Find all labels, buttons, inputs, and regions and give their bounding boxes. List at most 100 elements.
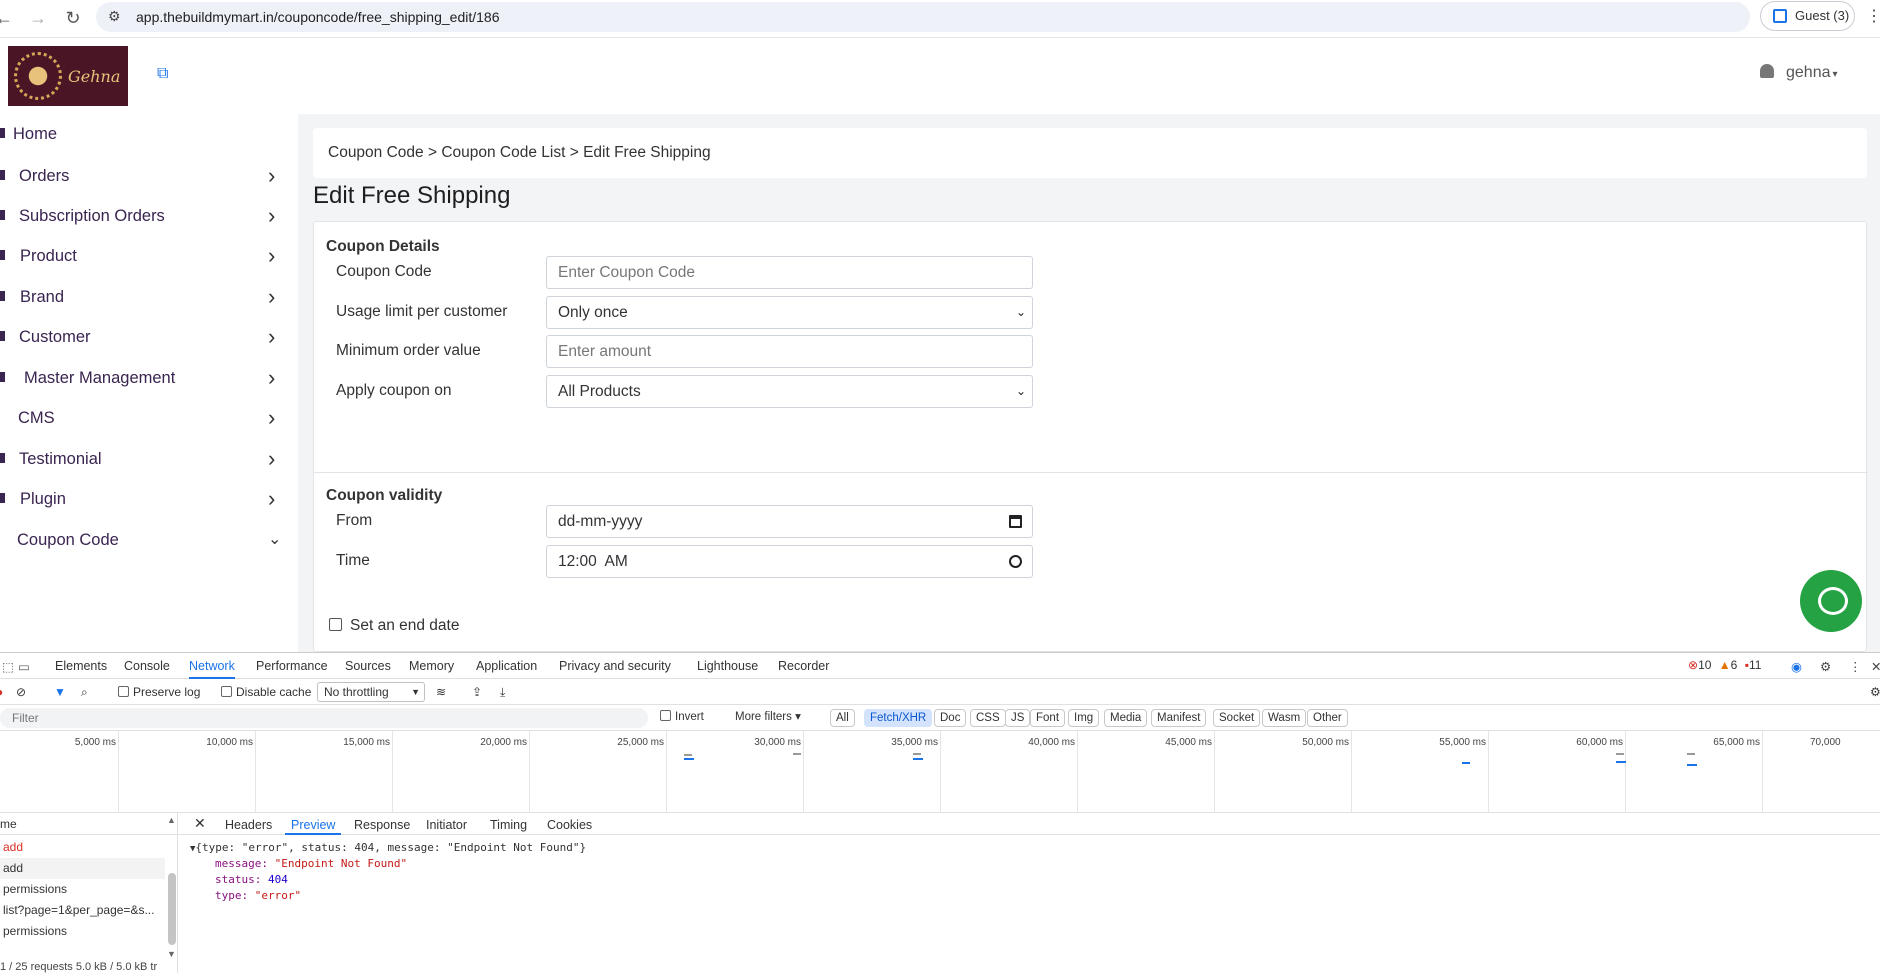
sidebar-item-master-management[interactable]: Master Management › [0, 358, 298, 398]
calendar-icon[interactable] [1009, 515, 1022, 528]
type-filter-fetch-xhr[interactable]: Fetch/XHR [864, 709, 933, 727]
end-date-checkbox[interactable] [329, 618, 342, 631]
request-row[interactable]: permissions [0, 921, 165, 942]
tab-cookies[interactable]: Cookies [547, 818, 592, 832]
devtools-issue-badges[interactable]: ⊗10 ▲6 ▪11 [1688, 658, 1761, 672]
device-toggle-icon[interactable]: ▭ [18, 659, 30, 674]
user-icon [1760, 64, 1774, 78]
throttling-select[interactable]: No throttling ▼ [317, 682, 425, 702]
tab-network[interactable]: Network [189, 659, 235, 679]
request-summary: 1 / 25 requests 5.0 kB / 5.0 kB tr [0, 961, 158, 973]
logo[interactable]: Gehna [8, 46, 128, 106]
chat-widget-icon[interactable] [1800, 570, 1862, 632]
inspect-icon[interactable]: ⬚ [2, 659, 14, 674]
request-row[interactable]: add [0, 858, 165, 879]
clock-icon[interactable] [1009, 555, 1022, 568]
type-filter-socket[interactable]: Socket [1213, 709, 1261, 727]
export-har-icon[interactable]: ⤓ [500, 685, 505, 700]
end-date-checkbox-row[interactable]: Set an end date [329, 617, 459, 635]
apply-coupon-select[interactable]: All Products ⌄ [546, 375, 1033, 408]
import-har-icon[interactable]: ⇪ [472, 685, 482, 699]
sidebar-item-customer[interactable]: Customer › [0, 317, 298, 357]
network-timeline[interactable]: 5,000 ms 10,000 ms 15,000 ms 20,000 ms 2… [0, 731, 1880, 813]
type-filter-other[interactable]: Other [1307, 709, 1348, 727]
tab-response[interactable]: Response [354, 818, 410, 832]
sidebar-item-testimonial[interactable]: Testimonial › [0, 439, 298, 479]
checkbox-box [221, 686, 232, 697]
tab-performance[interactable]: Performance [256, 659, 328, 673]
tab-timing[interactable]: Timing [490, 818, 527, 832]
request-row[interactable]: list?page=1&per_page=&s... [0, 900, 165, 921]
external-link-icon[interactable]: ⧉ [157, 66, 173, 82]
breadcrumb[interactable]: Coupon Code > Coupon Code List > Edit Fr… [313, 128, 1867, 178]
browser-menu-icon[interactable]: ⋮ [1866, 6, 1880, 26]
type-filter-all[interactable]: All [830, 709, 855, 727]
scroll-up-icon[interactable]: ▲ [167, 815, 176, 825]
min-order-input[interactable]: Enter amount [546, 335, 1033, 368]
gear-icon[interactable]: ⚙ [1820, 659, 1831, 674]
disable-cache-checkbox[interactable]: Disable cache [221, 685, 311, 699]
sync-icon[interactable]: ◉ [1791, 659, 1802, 674]
type-filter-img[interactable]: Img [1068, 709, 1100, 727]
sidebar-item-home[interactable]: Home [0, 114, 298, 154]
tab-preview[interactable]: Preview [284, 818, 343, 835]
coupon-code-label: Coupon Code [336, 263, 432, 280]
forward-icon[interactable]: → [26, 6, 50, 30]
network-settings-icon[interactable]: ⚙ [1870, 685, 1880, 699]
type-filter-wasm[interactable]: Wasm [1262, 709, 1307, 727]
reload-icon[interactable]: ↻ [61, 6, 85, 30]
sidebar-item-subscription-orders[interactable]: Subscription Orders › [0, 196, 298, 236]
tab-memory[interactable]: Memory [409, 659, 454, 673]
sidebar-item-plugin[interactable]: Plugin › [0, 479, 298, 519]
tab-headers[interactable]: Headers [225, 818, 272, 832]
filter-icon[interactable]: ▼ [54, 685, 66, 699]
timeline-tick: 5,000 ms [74, 737, 116, 748]
type-filter-manifest[interactable]: Manifest [1151, 709, 1207, 727]
clear-icon[interactable]: ⊘ [16, 685, 26, 699]
type-filter-font[interactable]: Font [1030, 709, 1066, 727]
filter-input[interactable]: Filter [0, 708, 648, 728]
tab-elements[interactable]: Elements [55, 659, 107, 673]
user-menu[interactable]: gehna ▾ [1760, 64, 1838, 82]
usage-limit-select[interactable]: Only once ⌄ [546, 296, 1033, 329]
more-filters-dropdown[interactable]: More filters ▾ [730, 709, 806, 727]
tab-application[interactable]: Application [476, 659, 537, 673]
type-filter-media[interactable]: Media [1104, 709, 1148, 727]
time-input[interactable]: 12:00 AM [546, 545, 1033, 578]
sidebar-item-orders[interactable]: Orders › [0, 156, 298, 196]
chevron-right-icon: › [268, 284, 276, 309]
site-info-icon[interactable]: ⚙ [108, 8, 121, 25]
request-list-scrollbar[interactable] [168, 873, 176, 945]
request-row[interactable]: add [0, 837, 165, 858]
type-filter-doc[interactable]: Doc [934, 709, 967, 727]
sidebar-item-product[interactable]: Product › [0, 236, 298, 276]
preserve-log-checkbox[interactable]: Preserve log [118, 685, 200, 699]
tab-initiator[interactable]: Initiator [426, 818, 467, 832]
preview-summary[interactable]: ▼{type: "error", status: 404, message: "… [190, 841, 586, 854]
type-filter-js[interactable]: JS [1005, 709, 1031, 727]
type-filter-css[interactable]: CSS [970, 709, 1006, 727]
tab-sources[interactable]: Sources [345, 659, 391, 673]
back-icon[interactable]: ← [0, 6, 16, 30]
tab-lighthouse[interactable]: Lighthouse [697, 659, 758, 673]
name-column-header[interactable]: me [0, 813, 178, 835]
tab-privacy-security[interactable]: Privacy and security [559, 659, 671, 673]
sidebar-item-coupon-code[interactable]: Coupon Code ⌄ [0, 520, 298, 560]
coupon-code-input[interactable]: Enter Coupon Code [546, 256, 1033, 289]
request-row[interactable]: permissions [0, 879, 165, 900]
invert-checkbox[interactable]: Invert [655, 709, 709, 727]
from-date-input[interactable]: dd-mm-yyyy [546, 505, 1033, 538]
close-icon[interactable]: ✕ [1871, 659, 1880, 674]
profile-button[interactable]: Guest (3) [1760, 1, 1855, 31]
more-options-icon[interactable]: ⋮ [1849, 659, 1862, 674]
address-bar[interactable]: ⚙ app.thebuildmymart.in/couponcode/free_… [96, 2, 1750, 32]
network-conditions-icon[interactable]: ≋ [436, 685, 446, 699]
sidebar-item-brand[interactable]: Brand › [0, 277, 298, 317]
tab-console[interactable]: Console [124, 659, 170, 673]
sidebar-item-cms[interactable]: CMS › [0, 398, 298, 438]
close-icon[interactable]: ✕ [194, 815, 206, 832]
scroll-down-icon[interactable]: ▼ [167, 949, 176, 959]
search-icon[interactable]: ⌕ [81, 685, 88, 700]
tab-recorder[interactable]: Recorder [778, 659, 829, 673]
record-icon[interactable]: ● [0, 685, 3, 699]
